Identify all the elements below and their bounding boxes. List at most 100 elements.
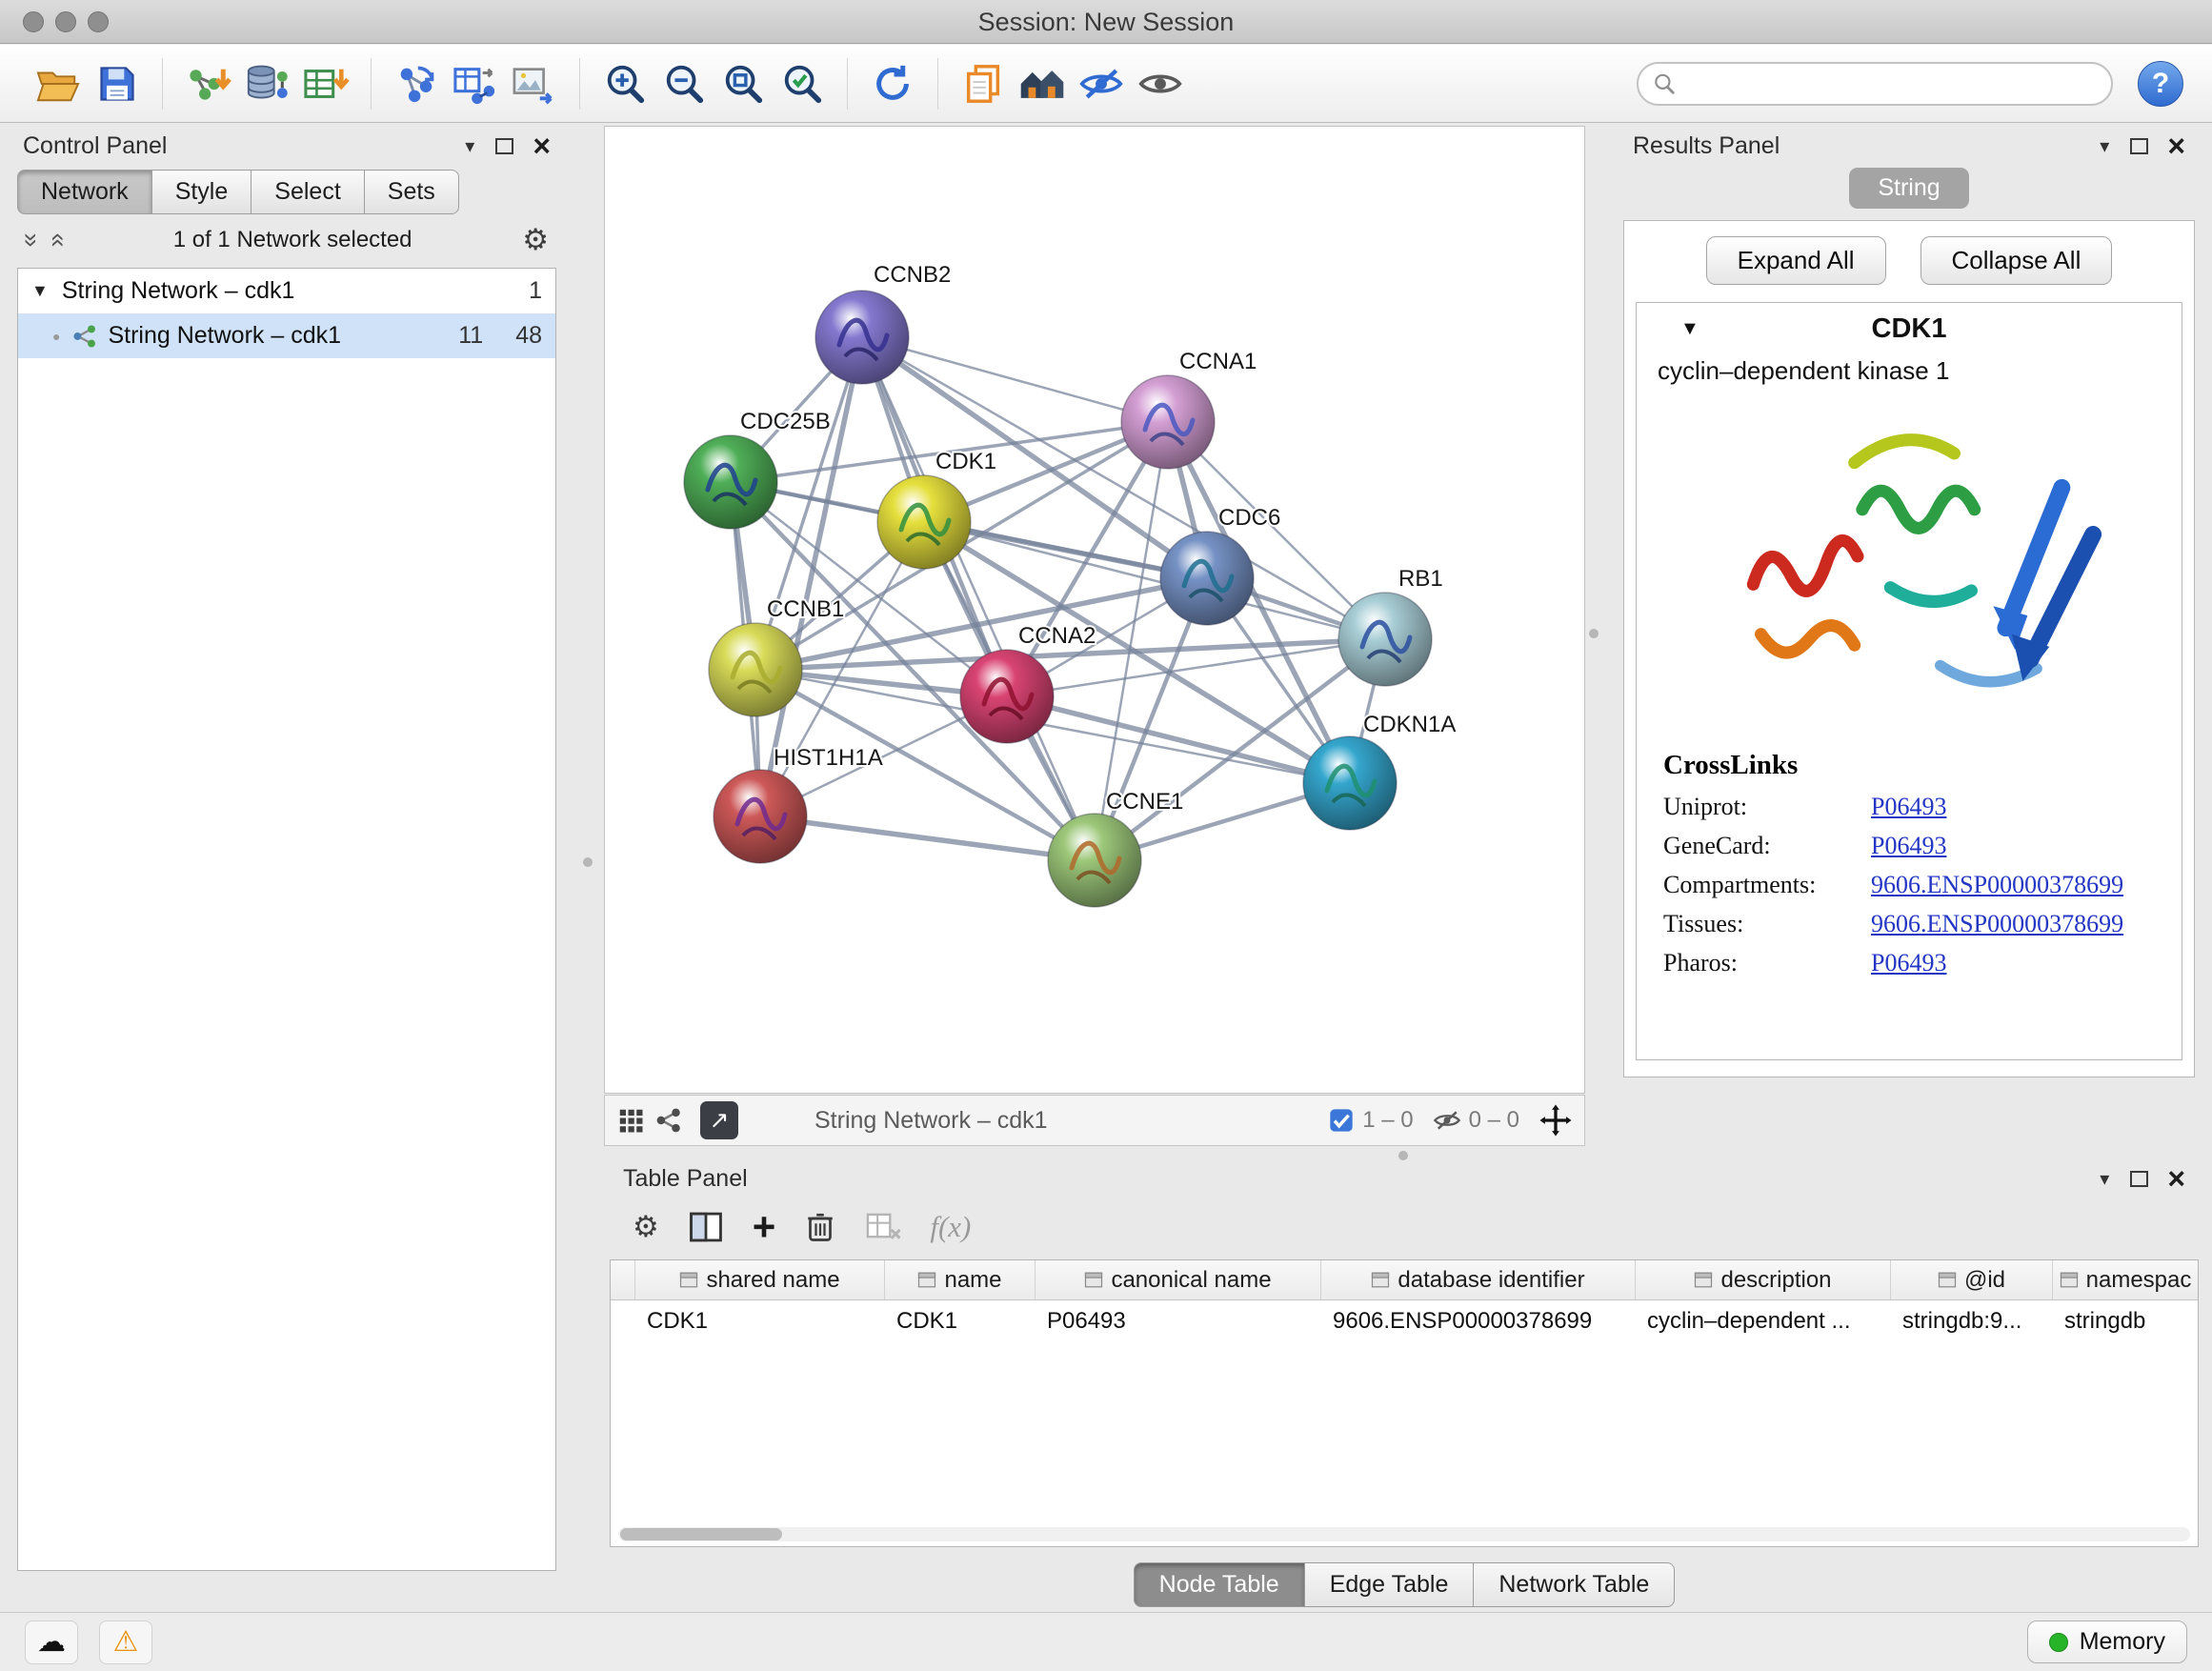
window-minimize-button[interactable] — [55, 11, 76, 32]
tab-network-table[interactable]: Network Table — [1474, 1562, 1675, 1607]
zoom-selected-button[interactable] — [773, 53, 832, 114]
warnings-button[interactable]: ⚠ — [99, 1621, 152, 1664]
refresh-view-button[interactable] — [863, 53, 922, 114]
table-cell-id[interactable]: stringdb:9... — [1891, 1300, 2053, 1340]
network-node-cdk1[interactable]: CDK1 — [877, 449, 996, 569]
open-session-button[interactable] — [29, 53, 88, 114]
splitter-grip[interactable] — [583, 857, 593, 867]
show-columns-icon[interactable] — [688, 1211, 724, 1243]
network-selection-summary: 1 of 1 Network selected — [63, 227, 522, 253]
network-node-ccna1[interactable]: CCNA1 — [1121, 349, 1257, 469]
network-node-cdc25b[interactable]: CDC25B — [684, 409, 831, 529]
help-button[interactable]: ? — [2138, 61, 2183, 107]
panel-close-icon[interactable]: × — [2167, 136, 2185, 155]
copy-button[interactable] — [954, 53, 1013, 114]
protein-collapse-icon[interactable]: ▼ — [1680, 318, 1699, 340]
cloud-status-button[interactable]: ☁ — [25, 1621, 78, 1664]
import-network-database-button[interactable] — [237, 53, 296, 114]
zoom-out-button[interactable] — [654, 53, 714, 114]
horizontal-scrollbar[interactable] — [618, 1527, 2190, 1541]
crosslink-label: Compartments: — [1663, 871, 1871, 899]
network-node-cdkn1a[interactable]: CDKN1A — [1303, 712, 1456, 830]
tab-network[interactable]: Network — [17, 170, 152, 214]
memory-button[interactable]: Memory — [2027, 1621, 2187, 1663]
zoom-in-button[interactable] — [595, 53, 654, 114]
zoom-fit-button[interactable] — [714, 53, 773, 114]
network-node-ccnb2[interactable]: CCNB2 — [815, 262, 951, 384]
expand-all-networks-icon[interactable]: » — [23, 232, 42, 247]
table-row[interactable]: CDK1 CDK1 P06493 9606.ENSP00000378699 cy… — [611, 1300, 2198, 1340]
home-layout-button[interactable] — [1013, 53, 1072, 114]
table-cell-canonical-name[interactable]: P06493 — [1036, 1300, 1321, 1340]
panel-close-icon[interactable]: × — [2167, 1169, 2185, 1188]
column-header-name[interactable]: name — [885, 1260, 1036, 1299]
column-header-namespace[interactable]: namespac — [2053, 1260, 2198, 1299]
open-in-window-button[interactable]: ↗ — [700, 1101, 738, 1139]
column-header-shared-name[interactable]: shared name — [635, 1260, 885, 1299]
network-node-hist1h1a[interactable]: HIST1H1A — [714, 745, 883, 863]
table-cell-description[interactable]: cyclin–dependent ... — [1636, 1300, 1891, 1340]
column-header-description[interactable]: description — [1636, 1260, 1891, 1299]
network-type-icon[interactable] — [654, 1106, 683, 1135]
panel-menu-icon[interactable]: ▾ — [2100, 1167, 2109, 1191]
crosslink-link[interactable]: 9606.ENSP00000378699 — [1871, 910, 2123, 938]
splitter-grip[interactable] — [1398, 1151, 1408, 1160]
export-image-button[interactable] — [505, 53, 564, 114]
network-node-rb1[interactable]: RB1 — [1338, 566, 1443, 686]
crosslink-link[interactable]: P06493 — [1871, 949, 1946, 977]
panel-close-icon[interactable]: × — [533, 136, 551, 155]
hide-selected-button[interactable] — [1072, 53, 1131, 114]
collapse-all-button[interactable]: Collapse All — [1920, 236, 2113, 285]
network-edge[interactable] — [862, 337, 1168, 422]
delete-column-trash-icon[interactable] — [804, 1210, 836, 1244]
tab-edge-table[interactable]: Edge Table — [1305, 1562, 1475, 1607]
search-input[interactable] — [1686, 70, 2098, 97]
table-settings-gear-icon[interactable]: ⚙ — [633, 1210, 659, 1244]
column-header-id[interactable]: @id — [1891, 1260, 2053, 1299]
table-cell-name[interactable]: CDK1 — [885, 1300, 1036, 1340]
column-header-database-identifier[interactable]: database identifier — [1321, 1260, 1636, 1299]
tab-select[interactable]: Select — [251, 170, 364, 214]
add-column-icon[interactable]: + — [753, 1213, 776, 1241]
panel-menu-icon[interactable]: ▾ — [2100, 134, 2109, 158]
network-from-table-button[interactable] — [446, 53, 505, 114]
tab-style[interactable]: Style — [152, 170, 252, 214]
search-field[interactable] — [1637, 62, 2113, 106]
network-graph[interactable]: CCNB2CCNA1CDC25BCDK1CDC6RB1CCNB1CCNA2CDK… — [605, 127, 1584, 1093]
new-network-button[interactable] — [387, 53, 446, 114]
table-cell-namespace[interactable]: stringdb — [2053, 1300, 2198, 1340]
collapse-all-networks-icon[interactable]: » — [47, 232, 66, 247]
birds-eye-grid-icon[interactable] — [616, 1106, 645, 1135]
collection-expand-icon[interactable]: ▼ — [31, 281, 49, 301]
expand-all-button[interactable]: Expand All — [1706, 236, 1886, 285]
network-collection-row[interactable]: ▼ String Network – cdk1 1 — [18, 269, 555, 313]
table-cell-database-identifier[interactable]: 9606.ENSP00000378699 — [1321, 1300, 1636, 1340]
window-maximize-button[interactable] — [88, 11, 109, 32]
panel-menu-icon[interactable]: ▾ — [465, 134, 474, 158]
save-session-button[interactable] — [88, 53, 147, 114]
network-edge[interactable] — [760, 816, 1095, 860]
column-header-canonical-name[interactable]: canonical name — [1036, 1260, 1321, 1299]
selected-checkbox-icon[interactable] — [1328, 1107, 1355, 1134]
network-view[interactable]: CCNB2CCNA1CDC25BCDK1CDC6RB1CCNB1CCNA2CDK… — [604, 126, 1585, 1094]
scrollbar-thumb[interactable] — [620, 1528, 782, 1540]
tab-node-table[interactable]: Node Table — [1134, 1562, 1305, 1607]
network-row[interactable]: ● String Network – cdk1 11 48 — [18, 313, 555, 358]
crosslink-link[interactable]: P06493 — [1871, 793, 1946, 821]
pan-crosshair-icon[interactable] — [1538, 1103, 1573, 1137]
hidden-eye-slash-icon[interactable] — [1433, 1106, 1461, 1135]
crosslink-link[interactable]: P06493 — [1871, 832, 1946, 860]
tab-string[interactable]: String — [1849, 168, 1968, 209]
panel-float-icon[interactable] — [2130, 138, 2148, 154]
import-network-file-button[interactable] — [178, 53, 237, 114]
crosslink-link[interactable]: 9606.ENSP00000378699 — [1871, 871, 2123, 899]
import-table-file-button[interactable] — [296, 53, 355, 114]
panel-float-icon[interactable] — [495, 138, 513, 154]
panel-float-icon[interactable] — [2130, 1171, 2148, 1187]
tab-sets[interactable]: Sets — [365, 170, 459, 214]
table-cell-shared-name[interactable]: CDK1 — [635, 1300, 885, 1340]
network-options-gear-icon[interactable]: ⚙ — [522, 223, 549, 257]
splitter-grip[interactable] — [1589, 629, 1599, 638]
show-all-button[interactable] — [1131, 53, 1190, 114]
window-close-button[interactable] — [23, 11, 44, 32]
